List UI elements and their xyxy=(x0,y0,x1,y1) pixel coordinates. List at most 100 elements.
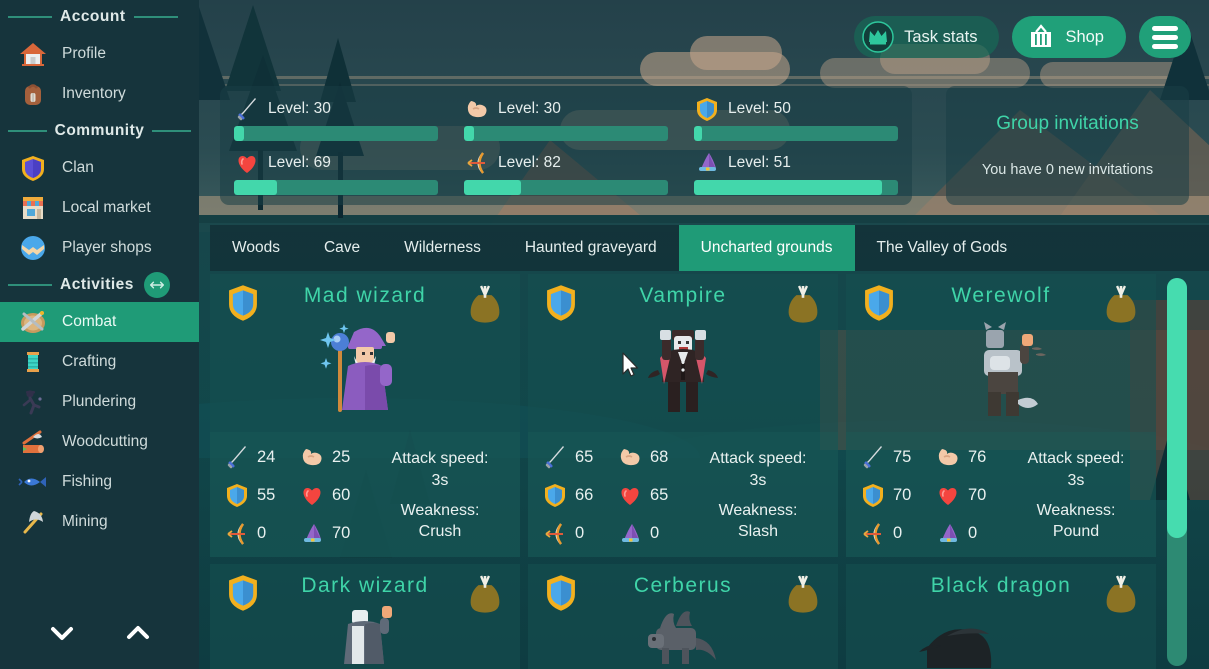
monster-card-cerberus[interactable]: Cerberus xyxy=(528,564,838,669)
sword-icon xyxy=(542,444,568,470)
task-stats-button[interactable]: Task stats xyxy=(854,16,1000,58)
stat-health: 70 xyxy=(935,476,1010,514)
tab-wilderness[interactable]: Wilderness xyxy=(382,225,503,271)
sidebar-item-mining[interactable]: Mining xyxy=(0,502,199,542)
left-right-arrows-icon[interactable] xyxy=(143,272,170,298)
tab-uncharted-grounds[interactable]: Uncharted grounds xyxy=(678,225,855,271)
sidebar-item-inventory[interactable]: Inventory xyxy=(0,74,199,114)
backpack-icon xyxy=(18,79,48,109)
divider xyxy=(8,130,47,132)
skill-defence: Level: 50 xyxy=(694,96,898,141)
sidebar-item-fishing[interactable]: Fishing xyxy=(0,462,199,502)
sidebar-section-community: Community xyxy=(0,114,199,148)
skill-level-label: Level: 30 xyxy=(498,100,561,117)
monster-card-header: Mad wizard xyxy=(210,274,520,432)
stat-health: 60 xyxy=(299,476,374,514)
sidebar-item-crafting[interactable]: Crafting xyxy=(0,342,199,382)
sidebar-item-plundering[interactable]: Plundering xyxy=(0,382,199,422)
stat-value: 0 xyxy=(650,524,660,543)
sidebar-item-label: Clan xyxy=(62,159,94,176)
progress-fill xyxy=(234,180,277,195)
monster-stat-grid: 75 76 70 70 0 0 xyxy=(860,438,1010,553)
sidebar-item-player-shops[interactable]: Player shops xyxy=(0,228,199,268)
sidebar-item-label: Player shops xyxy=(62,239,152,256)
sword-icon xyxy=(860,444,886,470)
loot-bag-icon[interactable] xyxy=(468,282,502,324)
stat-attack: 65 xyxy=(542,438,617,476)
tab-woods[interactable]: Woods xyxy=(210,225,302,271)
heart-icon xyxy=(617,482,643,508)
shield-icon xyxy=(542,482,568,508)
loot-bag-icon[interactable] xyxy=(1104,572,1138,614)
skill-attack: Level: 30 xyxy=(234,96,438,141)
loot-bag-icon[interactable] xyxy=(786,572,820,614)
skill-progress-bar xyxy=(694,126,898,141)
monster-card-dark-wizard[interactable]: Dark wizard xyxy=(210,564,520,669)
stat-strength: 76 xyxy=(935,438,1010,476)
monster-card-werewolf[interactable]: Werewolf 75 76 70 70 0 0 Attack speed: 3… xyxy=(846,274,1156,557)
hamburger-menu-icon[interactable] xyxy=(1139,16,1191,58)
stat-attack: 75 xyxy=(860,438,935,476)
tab-haunted-graveyard[interactable]: Haunted graveyard xyxy=(503,225,679,271)
sidebar-item-label: Crafting xyxy=(62,353,117,370)
progress-fill xyxy=(464,180,522,195)
wizard-hat-icon xyxy=(299,521,325,547)
skill-progress-bar xyxy=(234,126,438,141)
stat-value: 70 xyxy=(968,485,987,504)
thread-spool-icon xyxy=(18,347,48,377)
sidebar-item-combat[interactable]: Combat xyxy=(0,302,199,342)
sidebar-section-activities: Activities xyxy=(0,268,199,302)
market-stall-icon xyxy=(18,193,48,223)
stat-value: 70 xyxy=(893,485,912,504)
content-scrollbar-thumb[interactable] xyxy=(1167,278,1187,538)
wizard-hat-icon xyxy=(617,521,643,547)
skills-panel: Level: 30 Level: 69 Level: 30 Level: 82 … xyxy=(220,86,912,205)
sidebar-item-label: Fishing xyxy=(62,473,112,490)
skill-ranged: Level: 82 xyxy=(464,150,668,195)
monster-info: Attack speed: 3s Weakness: Slash xyxy=(692,438,824,553)
stat-ranged: 0 xyxy=(224,515,299,553)
monster-card-vampire[interactable]: Vampire 65 68 66 65 0 0 Attack speed: 3s… xyxy=(528,274,838,557)
progress-fill xyxy=(694,126,703,141)
attack-speed: Attack speed: 3s xyxy=(709,450,807,489)
loot-bag-icon[interactable] xyxy=(468,572,502,614)
loot-bag-icon[interactable] xyxy=(786,282,820,324)
tab-cave[interactable]: Cave xyxy=(302,225,382,271)
sidebar-item-label: Woodcutting xyxy=(62,433,148,450)
bow-icon xyxy=(224,521,250,547)
stat-ranged: 0 xyxy=(542,515,617,553)
thief-icon xyxy=(18,387,48,417)
heart-icon xyxy=(935,482,961,508)
sidebar-item-woodcutting[interactable]: Woodcutting xyxy=(0,422,199,462)
header-actions: Task stats Shop xyxy=(854,16,1191,58)
divider xyxy=(152,130,191,132)
fish-icon xyxy=(18,467,48,497)
tab-the-valley-of-gods[interactable]: The Valley of Gods xyxy=(855,225,1030,271)
monster-card-black-dragon[interactable]: Black dragon xyxy=(846,564,1156,669)
attack-speed: Attack speed: 3s xyxy=(391,450,489,489)
loot-bag-icon[interactable] xyxy=(1104,282,1138,324)
sidebar-item-clan[interactable]: Clan xyxy=(0,148,199,188)
content-scrollbar-track[interactable] xyxy=(1167,278,1187,666)
chevron-up-icon[interactable] xyxy=(123,618,153,648)
stat-value: 55 xyxy=(257,485,276,504)
monster-info: Attack speed: 3s Weakness: Pound xyxy=(1010,438,1142,553)
sidebar-section-title: Activities xyxy=(60,276,134,293)
stat-magic: 70 xyxy=(299,515,374,553)
monster-card-header: Vampire xyxy=(528,274,838,432)
monster-stat-grid: 24 25 55 60 0 70 xyxy=(224,438,374,553)
invitations-message: You have 0 new invitations xyxy=(981,162,1154,178)
stat-value: 68 xyxy=(650,447,669,466)
sidebar-item-label: Mining xyxy=(62,513,108,530)
shop-button[interactable]: Shop xyxy=(1012,16,1126,58)
task-stats-label: Task stats xyxy=(904,27,978,46)
stat-value: 0 xyxy=(968,524,978,543)
sidebar-item-local-market[interactable]: Local market xyxy=(0,188,199,228)
handshake-icon xyxy=(18,233,48,263)
monster-card-mad-wizard[interactable]: Mad wizard 24 25 55 60 0 70 Attack speed… xyxy=(210,274,520,557)
skill-health: Level: 69 xyxy=(234,150,438,195)
sidebar-item-profile[interactable]: Profile xyxy=(0,34,199,74)
sidebar-item-label: Local market xyxy=(62,199,151,216)
monster-card-header: Black dragon xyxy=(846,564,1156,669)
chevron-down-icon[interactable] xyxy=(47,618,77,648)
